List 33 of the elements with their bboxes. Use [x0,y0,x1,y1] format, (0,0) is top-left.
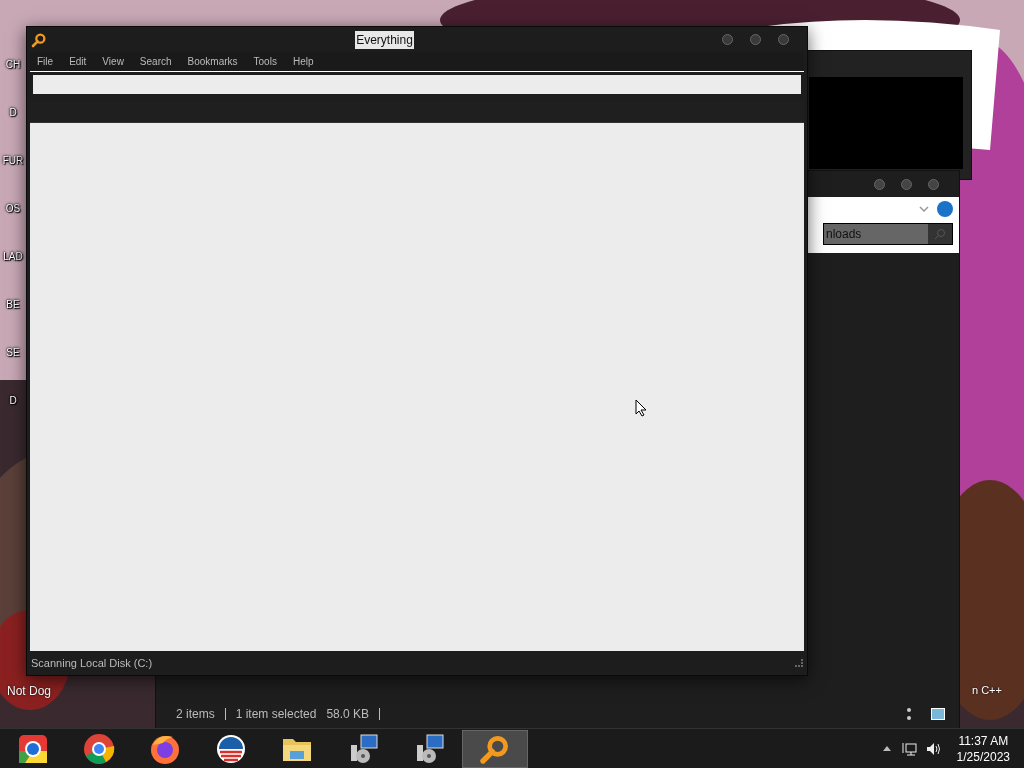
app-icon [31,31,47,48]
status-text: Scanning Local Disk (C:) [31,655,153,671]
status-text: 1 item selected [235,706,317,723]
window-control-button[interactable] [750,34,761,45]
taskbar-button[interactable] [462,729,528,768]
menu-item[interactable]: Bookmarks [187,54,238,69]
search-field[interactable] [33,75,801,94]
menu-item[interactable]: Edit [69,54,87,69]
chrome-icon [83,732,115,765]
window-control-button[interactable] [901,178,912,190]
menu-item[interactable]: Help [292,54,314,69]
clock-date[interactable]: 1/25/2023 [956,748,1010,765]
desktop-icon-label[interactable]: n C++ [972,682,1002,699]
clock-time[interactable]: 11:37 AM [958,732,1009,749]
menu-item[interactable]: View [102,54,124,69]
window-title: Everything [355,30,414,49]
status-text: 58.0 KB [326,706,370,723]
network-icon[interactable] [900,740,917,757]
resize-grip-icon[interactable] [795,659,803,667]
mouse-cursor-icon [635,399,647,417]
window-control-button[interactable] [928,178,939,190]
status-text: 2 items [176,706,215,723]
chromium-icon [17,732,49,765]
window-control-button[interactable] [874,178,885,190]
chevron-down-icon[interactable] [919,206,929,212]
menu-item[interactable]: Tools [253,54,277,69]
menu-item[interactable]: File [37,54,54,69]
menu-item[interactable]: Search [139,54,172,69]
desktop-icon-label[interactable]: D [9,396,17,406]
window-control-button[interactable] [778,34,789,45]
show-hidden-icons-icon[interactable] [882,746,891,751]
window-control-button[interactable] [722,34,733,45]
desktop-icon-label[interactable]: Not Dog [7,682,52,700]
